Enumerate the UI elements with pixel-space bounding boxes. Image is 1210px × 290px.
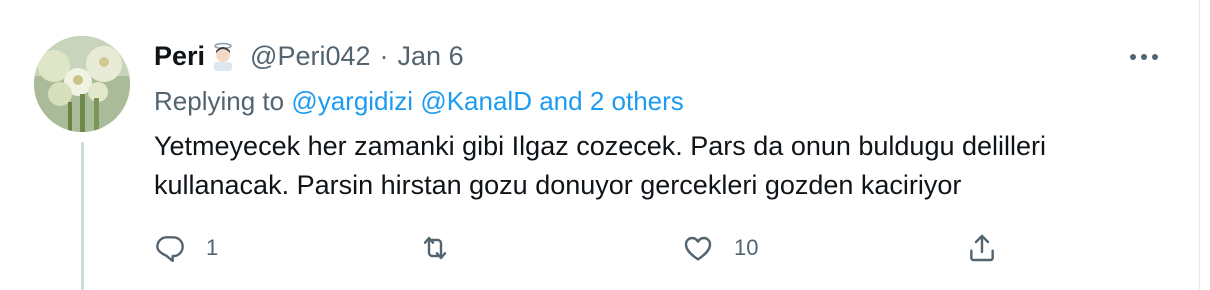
tweet-date[interactable]: Jan 6 [398,40,464,72]
retweet-button[interactable] [419,228,471,268]
more-horizontal-icon [1130,54,1158,60]
replying-others-link[interactable]: and 2 others [539,86,684,116]
tweet-header: Peri @Peri042 · Jan 6 [154,40,464,72]
tweet-card[interactable]: Peri @Peri042 · Jan 6 Replying to @yargi… [0,0,1200,290]
action-bar: 1 10 [154,228,1054,268]
header-separator: · [379,41,389,71]
reply-icon [156,236,184,263]
mention-kanald[interactable]: @KanalD [420,86,532,116]
thread-line [81,142,84,290]
mention-yargidizi[interactable]: @yargidizi [291,86,413,116]
tweet-text-line: Yetmeyecek her zamanki gibi Ilgaz cozece… [154,131,1047,161]
like-count: 10 [734,235,759,260]
replying-prefix: Replying to [154,86,285,116]
avatar-image [34,36,130,132]
author-handle[interactable]: @Peri042 [250,40,370,72]
replying-to: Replying to @yargidizi @KanalD and 2 oth… [154,85,684,117]
more-button[interactable] [1124,42,1164,72]
author-name[interactable]: Peri [154,40,205,72]
share-icon [970,234,994,262]
share-button[interactable] [966,228,998,268]
tweet-text: Yetmeyecek her zamanki gibi Ilgaz cozece… [154,127,1154,205]
retweet-icon [423,236,447,260]
reply-count: 1 [206,235,219,260]
reply-button[interactable]: 1 [154,228,218,268]
angel-emoji-icon [208,41,238,71]
tweet-text-line: kullanacak. Parsin hirstan gozu donuyor … [154,170,962,200]
avatar[interactable] [34,36,130,132]
heart-icon [684,236,712,261]
like-button[interactable]: 10 [682,228,758,268]
